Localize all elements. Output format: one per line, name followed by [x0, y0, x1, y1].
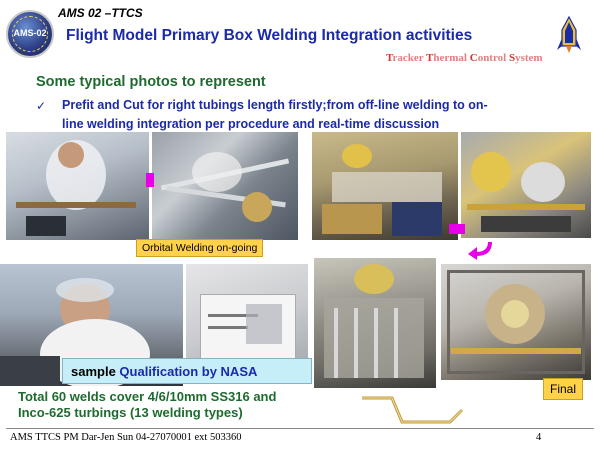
- subtitle-rest-4: ystem: [515, 52, 543, 64]
- logo-text: AMS-02: [13, 28, 47, 38]
- photo-prefit-technician: [6, 132, 149, 240]
- subtitle-rest-2: hermal: [433, 52, 470, 64]
- footer-text: AMS TTCS PM Dar-Jen Sun 04-27070001 ext …: [10, 432, 242, 443]
- photo-primary-box-integration: [461, 132, 591, 238]
- subtitle-rest-3: ontrol: [477, 52, 509, 64]
- magenta-arrow-right-icon: [146, 173, 154, 187]
- orbital-welding-label: Orbital Welding on-going: [136, 239, 264, 257]
- photo-final-assembly: [441, 264, 591, 380]
- slide: AMS-02 AMS 02 –TTCS Flight Model Primary…: [0, 0, 600, 450]
- slide-title: Flight Model Primary Box Welding Integra…: [66, 27, 473, 44]
- tracker-thermal-control-system-subtitle: Tracker Thermal Control System: [386, 52, 543, 64]
- footer-divider: [6, 428, 594, 429]
- magenta-curved-arrow-icon: [468, 241, 492, 260]
- sample-qualification-label: sample Qualification by NASA: [62, 358, 312, 384]
- subtitle-rest-1: racker: [392, 52, 427, 64]
- ams-02-logo: AMS-02: [6, 10, 54, 58]
- summary-line-2: Inco-625 turbings (13 welding types): [18, 405, 243, 420]
- page-number: 4: [536, 432, 542, 443]
- qualification-by-nasa-text: Qualification by NASA: [119, 364, 258, 379]
- photo-welded-tubing-assembly: [314, 258, 436, 388]
- bullet-text-line-1: Prefit and Cut for right tubings length …: [62, 98, 488, 112]
- checkmark-bullet-icon: ✓: [36, 99, 47, 113]
- project-label: AMS 02 –TTCS: [58, 6, 143, 20]
- photo-tubing-prefit: [152, 132, 298, 240]
- summary-line-1: Total 60 welds cover 4/6/10mm SS316 and: [18, 389, 277, 404]
- sample-prefix: sample: [71, 364, 120, 379]
- magenta-arrow-down-icon: [449, 224, 465, 234]
- final-label: Final: [543, 378, 584, 400]
- section-heading: Some typical photos to represent: [36, 74, 266, 90]
- photo-orbital-welding-setup: [312, 132, 458, 240]
- rocket-logo-icon: [557, 16, 581, 53]
- bullet-text-line-2: line welding integration per procedure a…: [62, 117, 440, 131]
- subtitle-cap-3: C: [469, 52, 478, 64]
